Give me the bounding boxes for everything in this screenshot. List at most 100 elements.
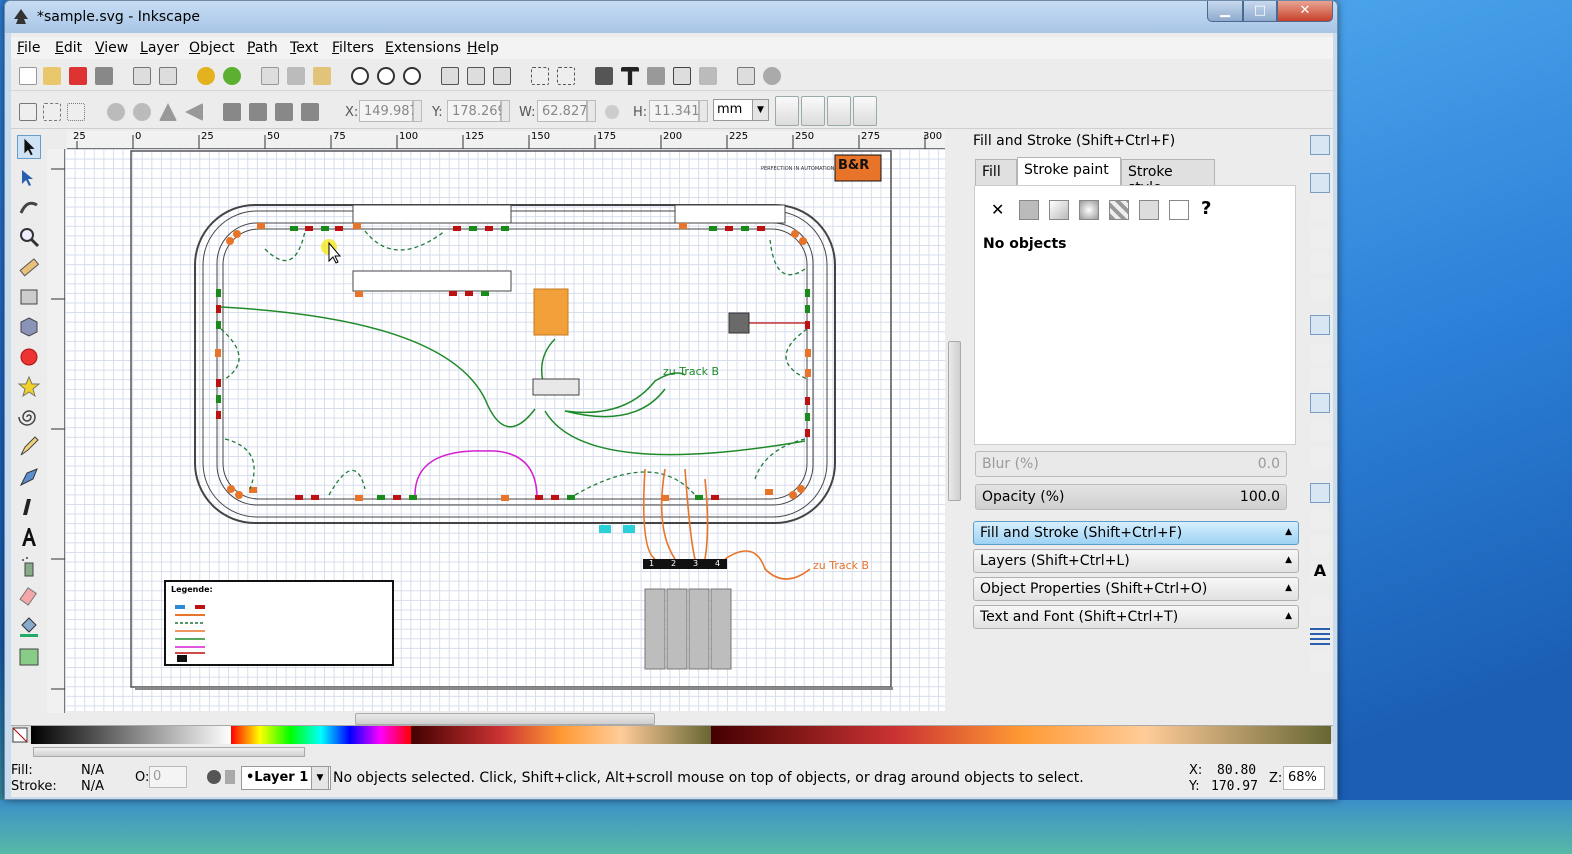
horizontal-ruler[interactable]: 25 0 25 50 75 100 125 150 175 200 225 25…	[67, 131, 949, 149]
vertical-ruler[interactable]	[47, 149, 65, 713]
new-document-icon[interactable]	[19, 67, 37, 85]
vertical-scroll-thumb[interactable]	[948, 341, 961, 501]
chevron-down-icon[interactable]: ▼	[311, 766, 329, 790]
document-properties-icon[interactable]	[737, 67, 755, 85]
snap-nodes-icon[interactable]	[1310, 315, 1330, 335]
tab-fill[interactable]: Fill	[975, 159, 1017, 185]
calligraphy-tool-icon[interactable]	[17, 495, 41, 519]
star-tool-icon[interactable]	[17, 375, 41, 399]
spiral-tool-icon[interactable]	[17, 405, 41, 429]
menu-layer[interactable]: Layer	[140, 40, 179, 56]
paint-bucket-tool-icon[interactable]	[17, 615, 41, 639]
snap-others-icon[interactable]	[1310, 483, 1330, 503]
dock-object-properties[interactable]: Object Properties (Shift+Ctrl+O) ▲	[973, 577, 1299, 601]
snap-bbox-edge-icon[interactable]	[1310, 201, 1330, 221]
palette-scroll-thumb[interactable]	[33, 747, 305, 757]
rotate-ccw-icon[interactable]	[107, 103, 125, 121]
snap-page-border-icon[interactable]	[1310, 597, 1330, 617]
spray-tool-icon[interactable]	[17, 555, 41, 579]
eraser-tool-icon[interactable]	[17, 585, 41, 609]
deselect-icon[interactable]	[67, 103, 85, 121]
scale-stroke-toggle[interactable]	[775, 96, 799, 126]
width-spinner[interactable]	[587, 100, 596, 122]
snap-cusp-icon[interactable]	[1310, 393, 1330, 413]
eye-icon[interactable]	[207, 770, 221, 784]
menu-edit[interactable]: Edit	[55, 40, 82, 56]
tweak-tool-icon[interactable]	[17, 195, 41, 219]
opacity-input[interactable]: 0	[149, 766, 187, 788]
transform-patterns-toggle[interactable]	[853, 96, 877, 126]
cut-icon[interactable]	[287, 67, 305, 85]
export-icon[interactable]	[159, 67, 177, 85]
zoom-drawing-icon[interactable]	[377, 67, 395, 85]
print-icon[interactable]	[95, 67, 113, 85]
undo-icon[interactable]	[197, 67, 215, 85]
color-palette[interactable]	[11, 725, 1333, 744]
paste-icon[interactable]	[313, 67, 331, 85]
transform-gradients-toggle[interactable]	[827, 96, 851, 126]
snap-bbox-midpoint-icon[interactable]	[1310, 253, 1330, 273]
snap-smooth-icon[interactable]	[1310, 421, 1330, 441]
snap-text-baseline-icon[interactable]: A	[1310, 561, 1330, 581]
height-input[interactable]: 11.341	[649, 100, 700, 122]
menu-extensions[interactable]: Extensions	[385, 40, 461, 56]
measure-tool-icon[interactable]	[17, 255, 41, 279]
x-input[interactable]: 149.987	[359, 100, 418, 122]
blur-slider[interactable]: Blur (%) 0.0	[975, 451, 1287, 477]
group-icon[interactable]	[531, 67, 549, 85]
menu-filters[interactable]: Filters	[332, 40, 374, 56]
width-input[interactable]: 62.827	[537, 100, 588, 122]
vertical-scrollbar[interactable]	[945, 131, 963, 711]
raise-icon[interactable]	[249, 103, 267, 121]
lock-icon[interactable]	[225, 770, 235, 784]
close-button[interactable]: ✕	[1277, 1, 1333, 22]
select-all-layers-icon[interactable]	[43, 103, 61, 121]
flat-color-button[interactable]	[1019, 200, 1039, 220]
opacity-slider[interactable]: Opacity (%) 100.0	[975, 484, 1287, 510]
unit-select[interactable]: mm ▼	[713, 99, 769, 121]
minimize-button[interactable]: ▁	[1207, 1, 1243, 22]
raise-to-top-icon[interactable]	[223, 103, 241, 121]
swatch-button[interactable]	[1139, 200, 1159, 220]
zoom-selection-icon[interactable]	[351, 67, 369, 85]
select-all-icon[interactable]	[19, 103, 37, 121]
unknown-paint-button[interactable]: ?	[1201, 198, 1211, 219]
horizontal-scroll-thumb[interactable]	[355, 713, 655, 725]
snap-guide-icon[interactable]	[1310, 651, 1330, 671]
pen-tool-icon[interactable]	[17, 465, 41, 489]
snap-grid-icon[interactable]	[1310, 625, 1330, 645]
preferences-icon[interactable]	[763, 67, 781, 85]
snap-line-midpoint-icon[interactable]	[1310, 447, 1330, 467]
tab-stroke-style[interactable]: Stroke style	[1121, 159, 1215, 196]
xml-editor-icon[interactable]	[673, 67, 691, 85]
gradient-tool-icon[interactable]	[17, 645, 41, 669]
menu-path[interactable]: Path	[247, 40, 278, 56]
rotate-cw-icon[interactable]	[133, 103, 151, 121]
rectangle-tool-icon[interactable]	[17, 285, 41, 309]
text-tool-icon[interactable]	[17, 525, 41, 549]
ungroup-icon[interactable]	[557, 67, 575, 85]
zoom-page-icon[interactable]	[403, 67, 421, 85]
flip-vertical-icon[interactable]	[185, 103, 203, 121]
menu-view[interactable]: View	[95, 40, 128, 56]
linear-gradient-button[interactable]	[1049, 200, 1069, 220]
palette-scrollbar[interactable]	[11, 745, 1333, 759]
snap-enable-icon[interactable]	[1310, 135, 1330, 155]
tab-stroke-paint[interactable]: Stroke paint	[1017, 157, 1121, 185]
fill-stroke-icon[interactable]	[595, 67, 613, 85]
y-spinner[interactable]	[501, 100, 510, 122]
redo-icon[interactable]	[223, 67, 241, 85]
layers-icon[interactable]	[647, 67, 665, 85]
selector-tool-icon[interactable]	[17, 135, 41, 159]
scale-corners-toggle[interactable]	[801, 96, 825, 126]
title-bar[interactable]: *sample.svg - Inkscape ▁ □ ✕	[5, 1, 1337, 33]
lower-to-bottom-icon[interactable]	[301, 103, 319, 121]
y-input[interactable]: 178.269	[447, 100, 506, 122]
import-icon[interactable]	[133, 67, 151, 85]
zoom-tool-icon[interactable]	[17, 225, 41, 249]
zoom-input[interactable]: 68%	[1283, 766, 1325, 790]
node-tool-icon[interactable]	[17, 165, 41, 189]
lower-icon[interactable]	[275, 103, 293, 121]
unset-paint-button[interactable]	[1169, 200, 1189, 220]
maximize-button[interactable]: □	[1243, 1, 1277, 22]
